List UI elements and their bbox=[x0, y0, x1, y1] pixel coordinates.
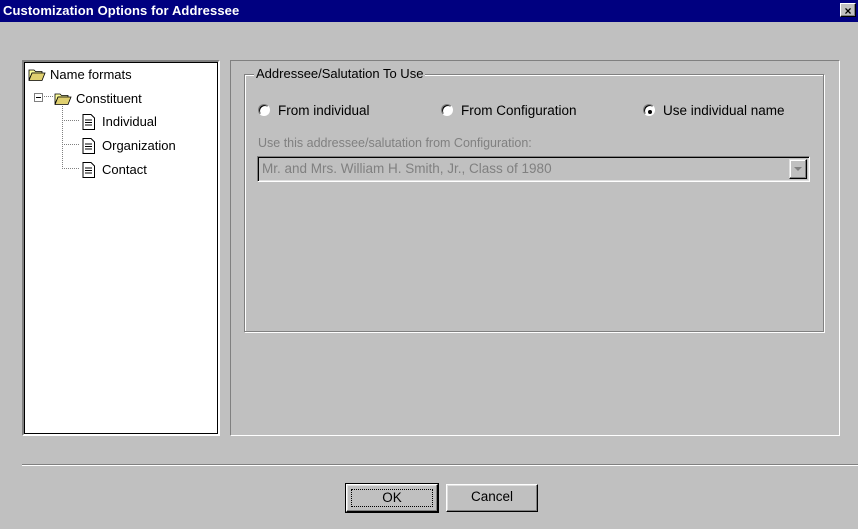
dropdown-button[interactable] bbox=[789, 159, 807, 179]
radio-circle bbox=[441, 104, 453, 116]
document-icon bbox=[82, 138, 95, 154]
cancel-button-label: Cancel bbox=[470, 489, 514, 504]
folder-open-icon bbox=[54, 93, 72, 105]
tree-item-label: Organization bbox=[102, 138, 176, 153]
ok-button-label: OK bbox=[351, 489, 433, 507]
radio-label: From individual bbox=[278, 103, 370, 118]
name-formats-tree[interactable]: Name formats Constituent Individual Orga… bbox=[22, 60, 220, 436]
tree-item-individual[interactable]: Individual bbox=[82, 114, 212, 134]
folder-open-icon bbox=[28, 69, 46, 81]
cancel-button[interactable]: Cancel bbox=[446, 484, 538, 512]
document-icon bbox=[82, 162, 95, 178]
close-icon: × bbox=[844, 4, 852, 18]
groupbox-legend: Addressee/Salutation To Use bbox=[254, 66, 426, 81]
radio-label: From Configuration bbox=[461, 103, 577, 118]
configuration-select-label: Use this addressee/salutation from Confi… bbox=[258, 136, 532, 150]
radio-circle bbox=[258, 104, 270, 116]
minus-icon bbox=[36, 97, 41, 98]
tree-item-constituent[interactable]: Constituent bbox=[34, 91, 204, 111]
ok-button[interactable]: OK bbox=[345, 483, 439, 513]
configuration-addressee-select[interactable]: Mr. and Mrs. William H. Smith, Jr., Clas… bbox=[257, 156, 810, 182]
chevron-down-icon bbox=[794, 167, 802, 171]
select-value: Mr. and Mrs. William H. Smith, Jr., Clas… bbox=[262, 161, 552, 176]
radio-circle bbox=[643, 104, 655, 116]
tree-item-contact[interactable]: Contact bbox=[82, 162, 212, 182]
tree-item-label: Contact bbox=[102, 162, 147, 177]
tree-item-label: Name formats bbox=[50, 67, 132, 82]
tree-item-name-formats[interactable]: Name formats bbox=[28, 67, 208, 87]
radio-label: Use individual name bbox=[663, 103, 785, 118]
radio-selected-dot bbox=[648, 110, 652, 114]
collapse-toggle[interactable] bbox=[34, 93, 43, 102]
tree-item-organization[interactable]: Organization bbox=[82, 138, 212, 158]
tree-item-label: Constituent bbox=[76, 91, 142, 106]
footer-divider bbox=[22, 464, 858, 466]
tree-item-label: Individual bbox=[102, 114, 157, 129]
window-title: Customization Options for Addressee bbox=[3, 3, 240, 18]
close-button[interactable]: × bbox=[840, 3, 856, 18]
title-bar: Customization Options for Addressee × bbox=[0, 0, 858, 22]
document-icon bbox=[82, 114, 95, 130]
